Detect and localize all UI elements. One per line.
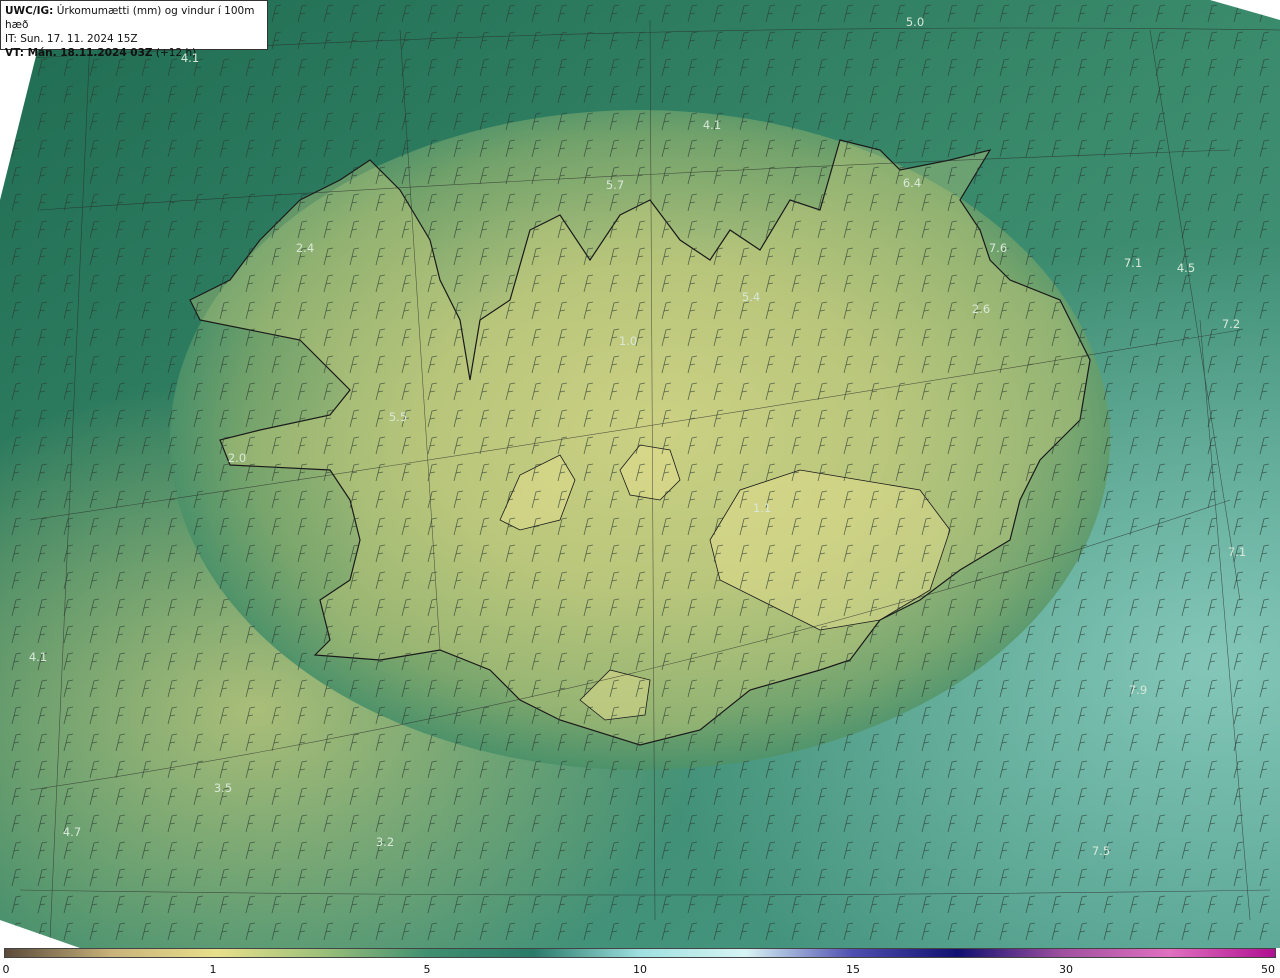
colorbar-tick: 15 — [846, 963, 860, 976]
model-label: UWC/IG: — [5, 5, 54, 17]
value-label: 6.4 — [902, 176, 922, 190]
value-label: 4.1 — [28, 650, 48, 664]
map-header: UWC/IG: Úrkomumætti (mm) og vindur í 100… — [0, 0, 268, 59]
value-label: 7.2 — [1221, 317, 1241, 331]
value-label: 2.6 — [971, 302, 991, 316]
value-label: 3.5 — [213, 781, 233, 795]
value-label: 7.1 — [1123, 256, 1143, 270]
colorbar — [4, 948, 1276, 958]
value-label: 1.1 — [752, 501, 772, 515]
init-time: IT: Sun. 17. 11. 2024 15Z — [5, 33, 138, 45]
value-label: 7.5 — [1091, 844, 1111, 858]
value-label: 2.0 — [227, 451, 247, 465]
colorbar-area: 0 1 5 10 15 30 50 — [0, 948, 1280, 978]
value-label: 7.1 — [1227, 545, 1247, 559]
colorbar-tick: 30 — [1059, 963, 1073, 976]
value-label: 4.5 — [1176, 261, 1196, 275]
value-label: 1.0 — [618, 334, 638, 348]
value-label: 5.7 — [605, 178, 625, 192]
colorbar-tick: 50 — [1261, 963, 1275, 976]
colorbar-tick: 10 — [633, 963, 647, 976]
value-label: 2.4 — [295, 241, 315, 255]
colorbar-tick: 1 — [209, 963, 217, 976]
valid-time: VT: Mán. 18.11.2024 03Z — [5, 47, 153, 59]
value-label: 5.5 — [388, 410, 408, 424]
value-label: 7.6 — [988, 241, 1008, 255]
colorbar-tick: 5 — [423, 963, 431, 976]
value-label: 4.1 — [702, 118, 722, 132]
value-label: 5.4 — [741, 290, 761, 304]
value-label: 3.2 — [375, 835, 395, 849]
weather-map — [0, 0, 1280, 948]
value-label: 4.1 — [180, 51, 200, 65]
value-label: 7.9 — [1128, 683, 1148, 697]
colorbar-tick: 0 — [2, 963, 10, 976]
value-label: 5.0 — [905, 15, 925, 29]
value-label: 4.7 — [62, 825, 82, 839]
wind-barbs — [0, 0, 1280, 948]
